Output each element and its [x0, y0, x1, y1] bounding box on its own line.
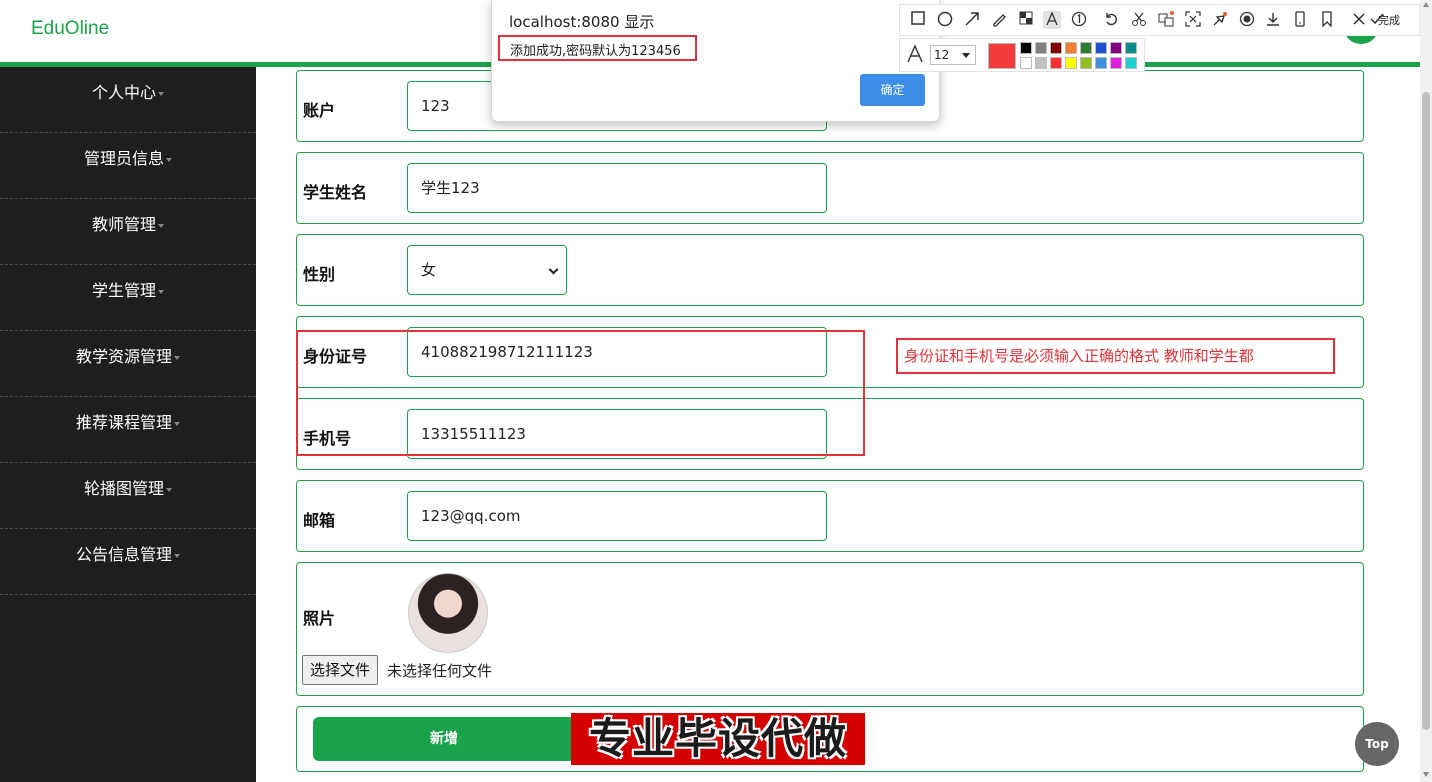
dialog-title: localhost:8080 显示	[509, 13, 655, 31]
phone-icon[interactable]	[1291, 11, 1309, 29]
sidebar-item-carousel-management[interactable]: 轮播图管理	[0, 463, 256, 529]
brand-logo[interactable]: EduOline	[31, 18, 109, 40]
number-icon[interactable]	[1070, 11, 1088, 29]
alert-dialog: localhost:8080 显示 添加成功,密码默认为123456 确定	[491, 0, 940, 122]
caret-down-icon	[962, 53, 970, 58]
scrollbar[interactable]	[1420, 0, 1432, 782]
form-row-name: 学生姓名 学生123	[296, 152, 1364, 224]
form-row-email: 邮箱 123@qq.com	[296, 480, 1364, 552]
scroll-thumb[interactable]	[1422, 92, 1430, 730]
dialog-message: 添加成功,密码默认为123456	[510, 44, 681, 59]
dialog-ok-button[interactable]: 确定	[860, 74, 925, 106]
color-swatch[interactable]	[1095, 57, 1107, 69]
chevron-down-icon	[548, 264, 559, 275]
sidebar-item-label: 管理员信息	[83, 149, 164, 168]
gender-select-value: 女	[421, 261, 437, 279]
annotation-highlight-box	[296, 330, 865, 456]
bookmark-icon[interactable]	[1318, 11, 1336, 29]
sidebar-item-label: 轮播图管理	[83, 479, 164, 498]
color-swatch[interactable]	[1080, 42, 1092, 54]
color-swatch[interactable]	[1035, 42, 1047, 54]
sidebar-item-teaching-resources[interactable]: 教学资源管理	[0, 331, 256, 397]
color-swatch[interactable]	[1050, 42, 1062, 54]
sidebar-item-label: 个人中心	[91, 83, 156, 102]
sidebar-item-personal-center[interactable]: 个人中心	[0, 67, 256, 133]
annotation-note[interactable]: 身份证和手机号是必须输入正确的格式 教师和学生都	[896, 338, 1335, 374]
name-label: 学生姓名	[303, 183, 368, 202]
caret-down-icon	[166, 157, 172, 162]
email-label: 邮箱	[303, 511, 336, 530]
caret-down-icon	[174, 355, 180, 360]
caret-down-icon	[158, 223, 164, 228]
watermark-banner: 专业毕设代做	[571, 713, 865, 765]
scroll-up-icon[interactable]	[1423, 2, 1429, 7]
color-swatch[interactable]	[1050, 57, 1062, 69]
form-row-photo: 照片 选择文件 未选择任何文件	[296, 562, 1364, 696]
email-input[interactable]: 123@qq.com	[407, 491, 827, 541]
capture-toolbar: 完成	[899, 4, 1420, 36]
color-swatch[interactable]	[1020, 57, 1032, 69]
color-swatch[interactable]	[1125, 42, 1137, 54]
font-size-value: 12	[934, 48, 950, 62]
undo-icon[interactable]	[1102, 11, 1120, 29]
scissors-icon[interactable]	[1130, 11, 1148, 29]
font-size-select[interactable]: 12	[930, 45, 976, 65]
font-icon	[906, 44, 924, 69]
photo-label: 照片	[303, 609, 336, 628]
back-to-top-button[interactable]: Top	[1355, 722, 1399, 766]
color-swatch[interactable]	[1080, 57, 1092, 69]
download-icon[interactable]	[1264, 11, 1282, 29]
caret-down-icon	[174, 421, 180, 426]
translate-icon[interactable]	[1157, 11, 1175, 29]
form-row-gender: 性别 女	[296, 234, 1364, 306]
pin-icon[interactable]	[1211, 11, 1229, 29]
sidebar-item-recommended-courses[interactable]: 推荐课程管理	[0, 397, 256, 463]
color-swatch[interactable]	[1065, 42, 1077, 54]
color-swatch[interactable]	[1035, 57, 1047, 69]
photo-preview	[408, 573, 488, 653]
sidebar: 个人中心 管理员信息 教师管理 学生管理 教学资源管理 推荐课程管理 轮播图管理…	[0, 67, 256, 782]
sidebar-item-label: 公告信息管理	[75, 545, 172, 564]
scroll-down-icon[interactable]	[1423, 772, 1429, 777]
form-row-actions: 新增 专业毕设代做	[296, 706, 1364, 772]
done-button[interactable]: 完成	[1378, 12, 1400, 28]
choose-file-button[interactable]: 选择文件	[302, 655, 379, 685]
color-swatch[interactable]	[1110, 57, 1122, 69]
page: EduOline 个人中心 管理员信息 教师管理 学生管理 教学资源管理 推荐课…	[0, 0, 1432, 782]
text-icon[interactable]	[1043, 11, 1061, 29]
ocr-icon[interactable]	[1184, 11, 1202, 29]
sidebar-item-label: 教师管理	[91, 215, 156, 234]
text-style-toolbar: 12	[899, 38, 1145, 72]
student-name-input[interactable]: 学生123	[407, 163, 827, 213]
sidebar-item-label: 教学资源管理	[75, 347, 172, 366]
close-icon[interactable]	[1350, 11, 1368, 29]
file-status-text: 未选择任何文件	[387, 662, 493, 680]
pen-icon[interactable]	[990, 11, 1008, 29]
caret-down-icon	[158, 289, 164, 294]
mosaic-icon[interactable]	[1017, 11, 1035, 29]
account-label: 账户	[303, 101, 336, 120]
color-swatch[interactable]	[1125, 57, 1137, 69]
rectangle-icon[interactable]	[909, 11, 927, 29]
gender-label: 性别	[303, 265, 336, 284]
sidebar-item-student-management[interactable]: 学生管理	[0, 265, 256, 331]
arrow-icon[interactable]	[963, 11, 981, 29]
color-swatch[interactable]	[1065, 57, 1077, 69]
record-icon[interactable]	[1238, 11, 1256, 29]
sidebar-item-announcements[interactable]: 公告信息管理	[0, 529, 256, 595]
ellipse-icon[interactable]	[936, 11, 954, 29]
gender-select[interactable]: 女	[407, 245, 567, 295]
caret-down-icon	[166, 487, 172, 492]
color-swatch[interactable]	[1110, 42, 1122, 54]
sidebar-item-label: 学生管理	[91, 281, 156, 300]
caret-down-icon	[174, 553, 180, 558]
color-swatch[interactable]	[1095, 42, 1107, 54]
sidebar-item-teacher-management[interactable]: 教师管理	[0, 199, 256, 265]
sidebar-item-admin-info[interactable]: 管理员信息	[0, 133, 256, 199]
sidebar-item-label: 推荐课程管理	[75, 413, 172, 432]
add-button[interactable]: 新增	[313, 717, 575, 761]
caret-down-icon	[158, 91, 164, 96]
current-color-swatch[interactable]	[988, 43, 1016, 69]
color-swatch[interactable]	[1020, 42, 1032, 54]
